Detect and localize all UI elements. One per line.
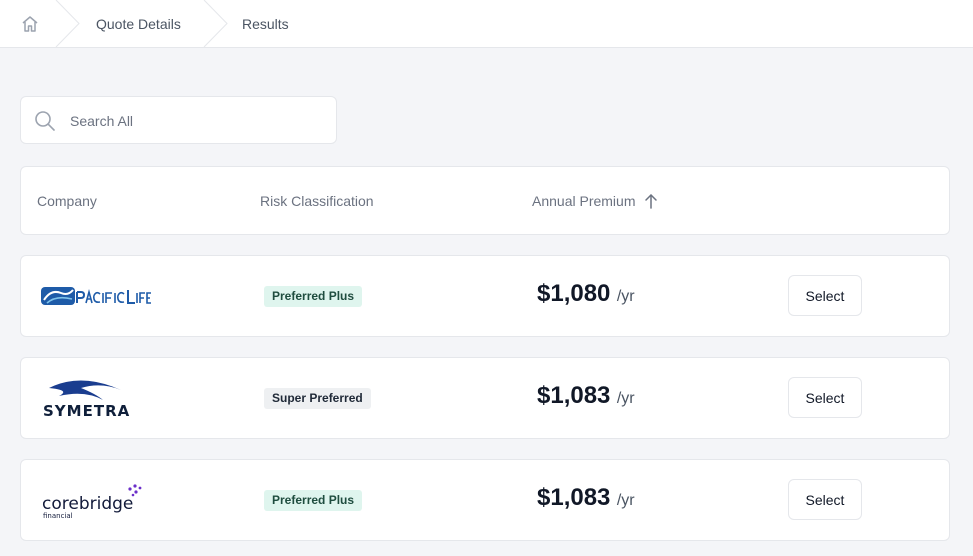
premium-unit: /yr [616,288,635,305]
premium-unit: /yr [616,390,635,407]
risk-class-badge: Preferred Plus [264,286,363,307]
breadcrumb-separator-icon [203,0,228,47]
column-header-risk-classification[interactable]: Risk Classification [260,193,374,209]
premium-unit: /yr [616,492,635,509]
premium-amount: $1,083 [537,484,611,511]
svg-text:financial: financial [43,512,73,520]
breadcrumb: Quote Details Results [0,0,973,48]
risk-class-badge: Preferred Plus [264,490,363,511]
table-header: Company Risk Classification Annual Premi… [20,166,950,235]
column-header-annual-premium[interactable]: Annual Premium [532,193,636,209]
select-button[interactable]: Select [788,275,862,316]
search-icon [35,111,55,131]
breadcrumb-separator-icon [55,0,80,47]
search-input[interactable] [68,97,332,145]
arrow-up-icon[interactable] [644,193,658,209]
column-header-company[interactable]: Company [37,193,97,209]
risk-class-badge: Super Preferred [264,388,371,409]
home-icon[interactable] [20,14,40,34]
pacific-life-logo [41,276,151,316]
select-button[interactable]: Select [788,479,862,520]
table-row: Preferred Plus $1,080 /yr Select [20,255,950,337]
premium-amount: $1,083 [537,382,611,409]
table-row: corebridge financial Preferred Plus $1,0… [20,459,950,541]
search-box [20,96,337,145]
symetra-logo: SYMETRA [41,378,151,420]
table-row: SYMETRA Super Preferred $1,083 /yr Selec… [20,357,950,439]
annual-premium: $1,083 /yr [537,484,635,512]
corebridge-financial-logo: corebridge financial [41,480,151,520]
svg-text:SYMETRA: SYMETRA [43,402,130,418]
breadcrumb-quote-details[interactable]: Quote Details [96,16,181,32]
annual-premium: $1,083 /yr [537,382,635,410]
premium-amount: $1,080 [537,280,611,307]
select-button[interactable]: Select [788,377,862,418]
svg-text:corebridge: corebridge [42,494,133,514]
breadcrumb-results[interactable]: Results [242,16,289,32]
annual-premium: $1,080 /yr [537,280,635,308]
